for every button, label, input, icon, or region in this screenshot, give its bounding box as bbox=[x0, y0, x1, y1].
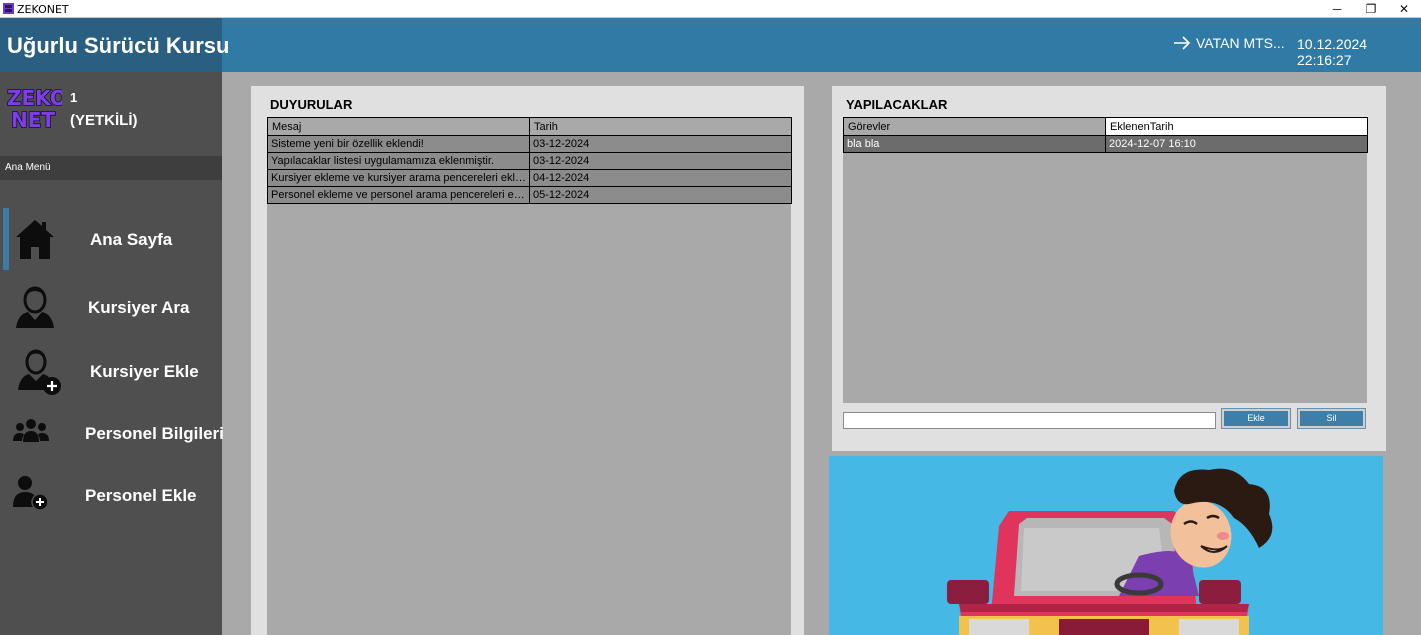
svg-text:NET: NET bbox=[11, 108, 55, 131]
menu-caption: Ana Menü bbox=[0, 156, 222, 180]
cell-date: 03-12-2024 bbox=[529, 135, 792, 153]
close-button[interactable]: ✕ bbox=[1389, 1, 1419, 17]
sidebar-item-label: Kursiyer Ara bbox=[88, 298, 190, 317]
cell-date: 05-12-2024 bbox=[529, 186, 792, 204]
car-driver-illustration bbox=[947, 468, 1273, 635]
column-header-mesaj[interactable]: Mesaj bbox=[267, 117, 530, 136]
active-indicator bbox=[3, 208, 9, 270]
cell-added-date: 2024-12-07 16:10 bbox=[1105, 135, 1368, 153]
maximize-button[interactable]: ❐ bbox=[1356, 1, 1386, 17]
sidebar-item-kursiyer-ekle[interactable]: Kursiyer Ekle bbox=[0, 340, 222, 398]
todos-title: YAPILACAKLAR bbox=[846, 97, 948, 112]
app-logo-icon bbox=[3, 3, 14, 14]
cell-message: Kursiyer ekleme ve kursiyer arama pencer… bbox=[267, 169, 530, 187]
sidebar-item-label: Personel Ekle bbox=[85, 486, 197, 505]
announcements-grid[interactable]: Mesaj Tarih Sisteme yeni bir özellik ekl… bbox=[267, 117, 792, 635]
brand-title: Uğurlu Sürücü Kursu bbox=[7, 33, 230, 58]
todos-grid[interactable]: Görevler EklenenTarih bla bla 2024-12-07… bbox=[843, 117, 1368, 403]
cell-date: 04-12-2024 bbox=[529, 169, 792, 187]
current-datetime: 10.12.2024 22:16:27 bbox=[1297, 36, 1368, 68]
column-header-tarih[interactable]: Tarih bbox=[529, 117, 792, 136]
logout-link[interactable]: VATAN MTS... bbox=[1172, 33, 1285, 53]
sidebar-item-label: Kursiyer Ekle bbox=[90, 362, 199, 381]
home-icon bbox=[16, 220, 54, 259]
svg-text:ZEKO: ZEKO bbox=[7, 86, 62, 110]
sidebar-item-personel-ekle[interactable]: Personel Ekle bbox=[0, 464, 222, 522]
user-add-icon bbox=[18, 349, 61, 395]
brand-area: Uğurlu Sürücü Kursu bbox=[0, 18, 229, 72]
cell-date: 03-12-2024 bbox=[529, 152, 792, 170]
table-row[interactable]: Sisteme yeni bir özellik eklendi! 03-12-… bbox=[267, 135, 792, 153]
staff-add-icon bbox=[13, 476, 49, 511]
sidebar-item-label: Ana Sayfa bbox=[90, 230, 173, 249]
zekonet-logo: ZEKO NET bbox=[6, 85, 62, 131]
sidebar-item-ana-sayfa[interactable]: Ana Sayfa bbox=[0, 208, 222, 270]
table-row[interactable]: Yapılacaklar listesi uygulamamıza eklenm… bbox=[267, 152, 792, 170]
table-row[interactable]: Kursiyer ekleme ve kursiyer arama pencer… bbox=[267, 169, 792, 187]
announcements-title: DUYURULAR bbox=[270, 97, 353, 112]
column-header-eklenen-tarih[interactable]: EklenenTarih bbox=[1105, 117, 1368, 136]
window-titlebar: ZEKONET ─ ❐ ✕ bbox=[0, 0, 1421, 18]
cell-message: Sisteme yeni bir özellik eklendi! bbox=[267, 135, 530, 153]
cell-message: Yapılacaklar listesi uygulamamıza eklenm… bbox=[267, 152, 530, 170]
user-name: VATAN MTS... bbox=[1196, 35, 1285, 51]
column-header-gorevler[interactable]: Görevler bbox=[843, 117, 1106, 136]
arrow-right-icon bbox=[1174, 36, 1191, 50]
sidebar-item-label: Personel Bilgileri bbox=[85, 424, 224, 443]
table-row[interactable]: bla bla 2024-12-07 16:10 bbox=[843, 135, 1368, 153]
sidebar: ZEKO NET 1 (YETKİLİ) Ana Menü Ana Sayfa … bbox=[0, 72, 224, 635]
delete-todo-button[interactable]: Sil bbox=[1297, 408, 1366, 429]
users-group-icon bbox=[13, 419, 49, 442]
driving-illustration bbox=[829, 456, 1383, 635]
sidebar-item-kursiyer-ara[interactable]: Kursiyer Ara bbox=[0, 276, 222, 334]
cell-task: bla bla bbox=[843, 135, 1106, 153]
add-todo-button[interactable]: Ekle bbox=[1221, 408, 1291, 429]
user-role: (YETKİLİ) bbox=[70, 112, 138, 129]
table-row[interactable]: Personel ekleme ve personel arama pencer… bbox=[267, 186, 792, 204]
user-id: 1 bbox=[70, 90, 78, 105]
todo-input[interactable] bbox=[843, 412, 1216, 429]
cell-message: Personel ekleme ve personel arama pencer… bbox=[267, 186, 530, 204]
window-title: ZEKONET bbox=[17, 3, 69, 16]
sidebar-item-personel-bilgileri[interactable]: Personel Bilgileri bbox=[0, 402, 224, 460]
minimize-button[interactable]: ─ bbox=[1322, 1, 1352, 17]
user-search-icon bbox=[16, 286, 54, 328]
app-header: Uğurlu Sürücü Kursu VATAN MTS... 10.12.2… bbox=[0, 18, 1421, 72]
